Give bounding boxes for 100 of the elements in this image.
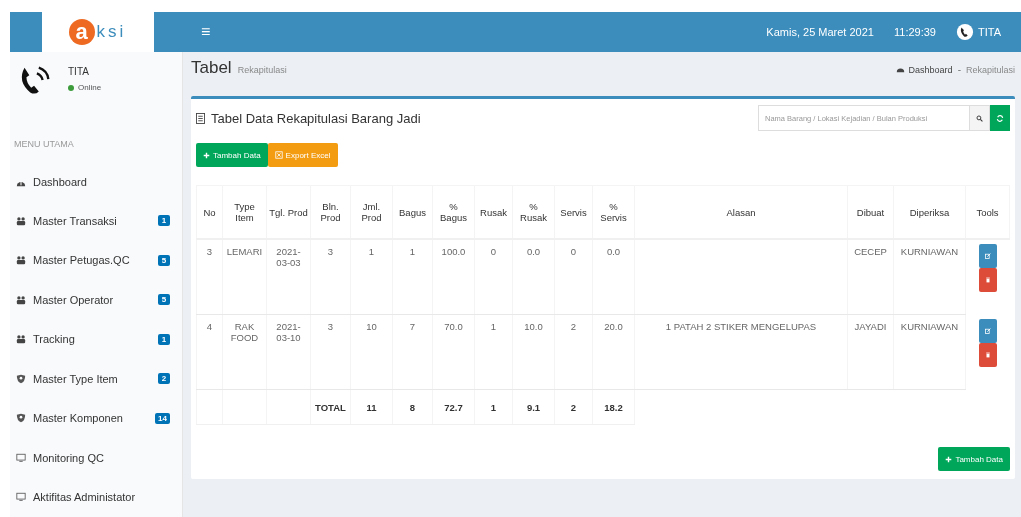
column-header: Bln. Prod [310,185,351,239]
sidebar-item[interactable]: Monitoring QC [10,438,182,478]
user-name[interactable]: TITA [978,26,1001,38]
status-text: Online [68,83,102,92]
column-header: % Bagus [432,185,475,239]
delete-button[interactable] [978,342,997,367]
column-header: No [196,185,223,239]
table-cell: 7 [392,314,433,390]
edit-button[interactable] [978,318,997,343]
plus-icon [945,455,953,463]
page-subtitle: Rekapitulasi [237,65,287,75]
table-cell: 100.0 [432,239,475,315]
panel-title: Tabel Data Rekapitulasi Barang Jadi [211,110,421,126]
total-label: TOTAL [310,389,351,425]
table-cell: 1 [474,314,513,390]
table-cell: 3 [196,239,223,315]
monitor-icon [16,452,26,463]
column-header: Dibuat [847,185,894,239]
plus-icon [203,151,210,159]
table-cell: RAK FOOD [222,314,267,390]
sidebar-item[interactable]: Tracking 1 [10,319,182,360]
date-text: Kamis, 25 Maret 2021 [766,26,874,38]
refresh-button[interactable] [990,105,1010,131]
count-badge: 2 [158,373,170,385]
table-cell: 10.0 [512,314,555,390]
shield-icon [16,413,26,424]
trash-icon [984,276,991,284]
column-header: Jml. Prod [350,185,393,239]
table-cell: 0.0 [512,239,555,315]
sidebar-item[interactable]: Master Transaksi 1 [10,201,182,241]
spreadsheet-icon [274,151,283,159]
menu-button[interactable]: ≡ [197,23,215,41]
sidebar-item[interactable]: Master Komponen 14 [10,398,182,439]
table-cell: JAYADI [847,314,894,390]
delete-button[interactable] [978,268,997,292]
refresh-icon [996,113,1004,123]
edit-icon [984,326,991,335]
breadcrumb-link[interactable]: Dashboard [908,65,953,75]
table-cell: 1 [350,239,393,315]
column-header: Type Item [222,185,267,239]
table-cell: 10 [350,314,393,390]
table-cell: 4 [196,314,223,390]
search-button[interactable] [970,105,990,131]
table-cell: 70.0 [432,314,475,390]
count-badge: 5 [158,294,170,306]
table-cell: CECEP [847,239,894,315]
column-header: Tgl. Prod [266,185,311,239]
table-cell: 0 [554,239,593,315]
search-icon [976,113,983,123]
sidebar-item[interactable]: Master Petugas.QC 5 [10,240,182,281]
total-cell: 2 [554,389,593,425]
column-header: % Servis [592,185,635,239]
users-icon [16,334,26,345]
breadcrumb-separator: - [957,64,961,75]
users-icon [16,216,26,226]
user-name: TITA [68,66,90,77]
table-cell: 1 PATAH 2 STIKER MENGELUPAS [634,314,848,390]
sidebar-item[interactable]: Master Operator 5 [10,280,182,320]
total-cell: 11 [350,389,393,425]
menu-heading: MENU UTAMA [13,137,75,151]
monitor-icon [16,492,26,503]
shield-icon [16,373,26,384]
table-cell: 3 [310,314,351,390]
users-icon [16,294,26,305]
table-cell: KURNIAWAN [893,314,966,390]
table-cell: 20.0 [592,314,635,390]
table-cell: 2 [554,314,593,390]
column-header: Diperiksa [893,185,966,239]
page-title: Tabel [191,58,232,78]
table-cell: LEMARI [222,239,267,315]
column-header: Alasan [634,185,848,239]
sidebar-item[interactable]: Master Type Item 2 [10,359,182,399]
count-badge: 1 [158,215,170,227]
total-cell: 72.7 [432,389,475,425]
users-icon [16,255,26,266]
table-cell: KURNIAWAN [893,239,966,315]
total-cell: 8 [392,389,433,425]
table-cell: 0 [474,239,513,315]
sidebar-item[interactable]: Dashboard [10,161,182,202]
table-cell: 3 [310,239,351,315]
total-cell: 9.1 [512,389,555,425]
total-cell: 18.2 [592,389,635,425]
column-header: Servis [554,185,593,239]
clock-text: 11:29:39 [893,26,936,38]
table-cell: 0.0 [592,239,635,315]
sidebar-item[interactable]: Aktifitas Administator [10,477,182,517]
column-header: Rusak [474,185,513,239]
column-header: % Rusak [512,185,555,239]
edit-icon [984,252,991,260]
document-icon [196,112,205,124]
table-cell: 2021-03-03 [266,239,311,315]
total-cell: 1 [474,389,513,425]
count-badge: 14 [155,412,170,424]
table-cell: 1 [392,239,433,315]
user-avatar-icon[interactable] [956,23,974,41]
column-header: Tools [965,185,1010,239]
count-badge: 1 [158,333,170,345]
edit-button[interactable] [978,244,997,268]
column-header: Bagus [392,185,433,239]
logo: a ksi [41,12,154,52]
